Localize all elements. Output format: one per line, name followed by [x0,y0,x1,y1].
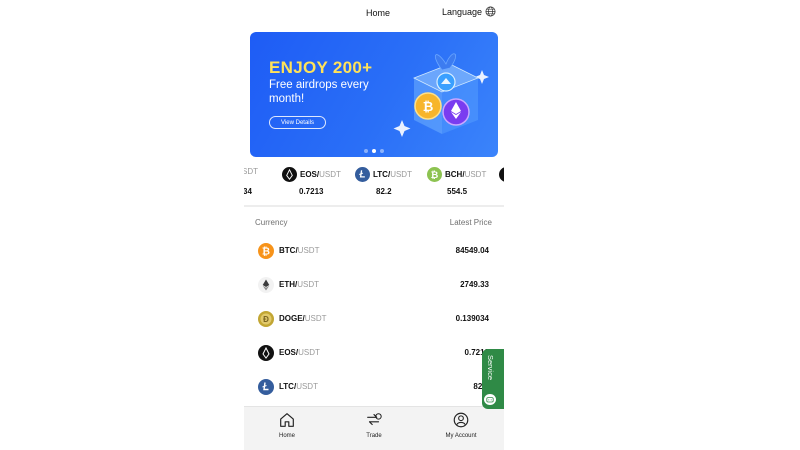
market-row[interactable]: ETH/USDT 2749.33 [244,268,504,302]
globe-icon [485,6,496,17]
carousel-dot[interactable] [380,149,384,153]
ticker-base: LTC/ [373,170,391,179]
latest-price-column-header: Latest Price [449,218,492,227]
market-row[interactable]: ₿ BTC/USDT 84549.04 [244,234,504,268]
ticker-item[interactable]: EOS/USDT 0.7213 [282,166,352,202]
crypto-gift-box-illustration: ₿ [393,53,489,137]
pair-base: ETH/ [279,280,298,289]
pair-quote: USDT [298,348,320,357]
banner-subtitle: Free airdrops every month! [269,79,369,105]
market-pair: ETH/USDT [279,280,319,289]
promo-banner[interactable]: ENJOY 200+ Free airdrops every month! Vi… [250,32,498,157]
pair-quote: USDT [297,246,320,255]
page-title: Home [365,8,391,18]
market-price: 2749.33 [460,280,489,289]
ticker-quote: USDT [319,170,341,179]
ltc-coin-icon [258,379,274,395]
pair-quote: USDT [296,382,318,391]
ticker-price: 554.5 [447,187,468,196]
pair-base: EOS/ [279,348,299,357]
view-details-button[interactable]: View Details [269,116,326,129]
nav-trade-label: Trade [366,433,382,439]
user-icon [453,412,469,428]
app-screen: Home Language ENJOY 200+ Free airdrops e… [244,0,504,450]
btc-coin-icon: ₿ [258,243,274,259]
banner-headline: ENJOY 200+ [269,58,373,77]
market-row[interactable]: EOS/USDT 0.7213 [244,336,504,370]
service-label: Service [486,355,495,381]
market-row[interactable]: Ð DOGE/USDT 0.139034 [244,302,504,336]
trade-icon [367,413,382,426]
nav-my-account[interactable]: My Account [431,411,491,447]
ticker-base: BCH/ [445,170,465,179]
language-selector[interactable]: Language [442,6,496,17]
ticker-quote: USDT [464,170,487,179]
nav-home[interactable]: Home [257,411,317,447]
ticker-strip[interactable]: /USDT 34 EOS/USDT 0.7213 LTC/USDT 82.2 [244,166,504,202]
ticker-price: 34 [244,187,252,196]
market-price: 0.139034 [455,314,489,323]
ltc-coin-icon [355,167,370,182]
nav-my-account-label: My Account [445,433,477,439]
market-row[interactable]: LTC/USDT 82.2 [244,370,504,404]
ticker-item[interactable]: LTC/USDT 82.2 [355,166,425,202]
ticker-price: 0.7213 [299,187,324,196]
pair-base: LTC/ [279,382,297,391]
chat-icon [484,394,496,405]
carousel-dot-active[interactable] [372,149,376,153]
section-divider [244,205,504,207]
svg-text:Ð: Ð [263,315,269,324]
currency-column-header: Currency [255,218,288,227]
language-label: Language [441,6,482,17]
market-price: 84549.04 [455,246,489,255]
top-bar: Home Language [244,0,504,26]
svg-text:₿: ₿ [431,170,439,180]
home-icon [280,413,294,427]
doge-coin-icon: Ð [258,311,274,327]
ticker-base: EOS/ [300,170,320,179]
svg-text:₿: ₿ [262,246,270,258]
carousel-dot[interactable] [364,149,368,153]
ticker-quote: USDT [390,170,412,179]
nav-home-label: Home [278,433,295,439]
eos-coin-icon [282,167,297,182]
pair-base: BTC/ [279,246,298,255]
market-pair: LTC/USDT [279,382,318,391]
carousel-indicator [250,149,498,153]
market-pair: DOGE/USDT [279,314,327,323]
service-button[interactable]: Service [482,349,504,409]
pair-quote: USDT [304,314,327,323]
eos-coin-icon [258,345,274,361]
pair-quote: USDT [297,280,320,289]
ticker-quote: /USDT [244,167,258,176]
market-pair: EOS/USDT [279,348,320,357]
market-pair: BTC/USDT [279,246,319,255]
ticker-price: 82.2 [376,187,392,196]
ticker-item[interactable] [499,166,504,202]
bottom-navigation: Home Trade My Account [244,406,504,450]
nav-trade[interactable]: Trade [344,411,404,447]
eth-coin-icon [258,277,274,293]
bch-coin-icon: ₿ [427,167,442,182]
coin-icon [499,167,504,182]
svg-text:₿: ₿ [423,99,434,114]
ticker-item[interactable]: ₿ BCH/USDT 554.5 [427,166,497,202]
list-header: Currency Latest Price [244,218,504,230]
pair-base: DOGE/ [279,314,305,323]
